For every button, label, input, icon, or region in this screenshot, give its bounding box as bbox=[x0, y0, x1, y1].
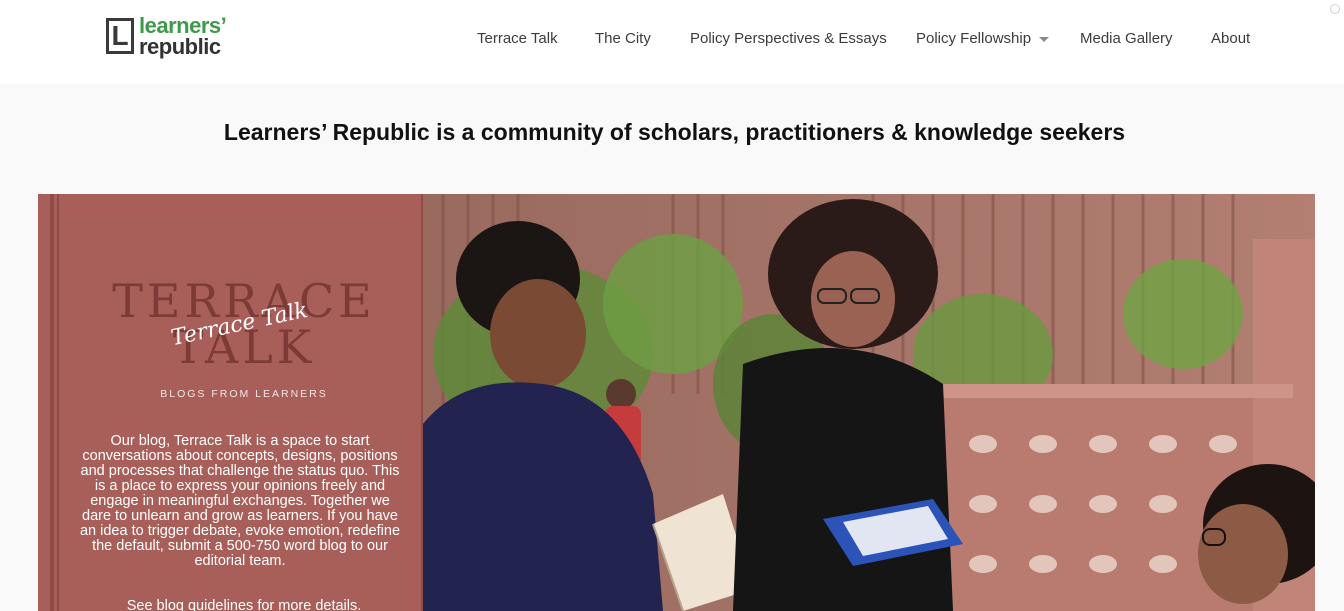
students-reading-photo bbox=[423, 194, 1315, 611]
panel-divider bbox=[57, 194, 59, 611]
terrace-talk-panel: TERRACE TALK Terrace Talk BLOGS FROM LEA… bbox=[38, 194, 423, 611]
page-tagline: Learners’ Republic is a community of sch… bbox=[223, 119, 1126, 145]
hero-banner: TERRACE TALK Terrace Talk BLOGS FROM LEA… bbox=[38, 194, 1315, 611]
nav-item-policy-fellowship[interactable]: Policy Fellowship bbox=[916, 30, 1031, 47]
hero-photo-illustration bbox=[423, 194, 1315, 611]
nav-item-the-city[interactable]: The City bbox=[595, 30, 651, 47]
terrace-talk-subtitle: BLOGS FROM LEARNERS bbox=[160, 388, 328, 400]
nav-item-terrace-talk[interactable]: Terrace Talk bbox=[477, 30, 558, 47]
logo-text-republic: republic bbox=[139, 34, 221, 59]
site-logo[interactable]: L learners’ republic bbox=[106, 13, 246, 61]
nav-item-media-gallery[interactable]: Media Gallery bbox=[1080, 30, 1173, 47]
site-header: L learners’ republic Terrace Talk The Ci… bbox=[0, 0, 1344, 84]
terrace-talk-description: Our blog, Terrace Talk is a space to sta… bbox=[79, 433, 401, 569]
search-icon[interactable] bbox=[1330, 4, 1340, 14]
chevron-down-icon[interactable] bbox=[1039, 37, 1049, 42]
panel-divider bbox=[50, 194, 54, 611]
nav-item-policy-perspectives[interactable]: Policy Perspectives & Essays bbox=[690, 30, 887, 47]
blog-guidelines-link[interactable]: See blog guidelines for more details. bbox=[58, 598, 430, 611]
logo-letter-box: L bbox=[106, 18, 134, 54]
nav-item-about[interactable]: About bbox=[1211, 30, 1250, 47]
